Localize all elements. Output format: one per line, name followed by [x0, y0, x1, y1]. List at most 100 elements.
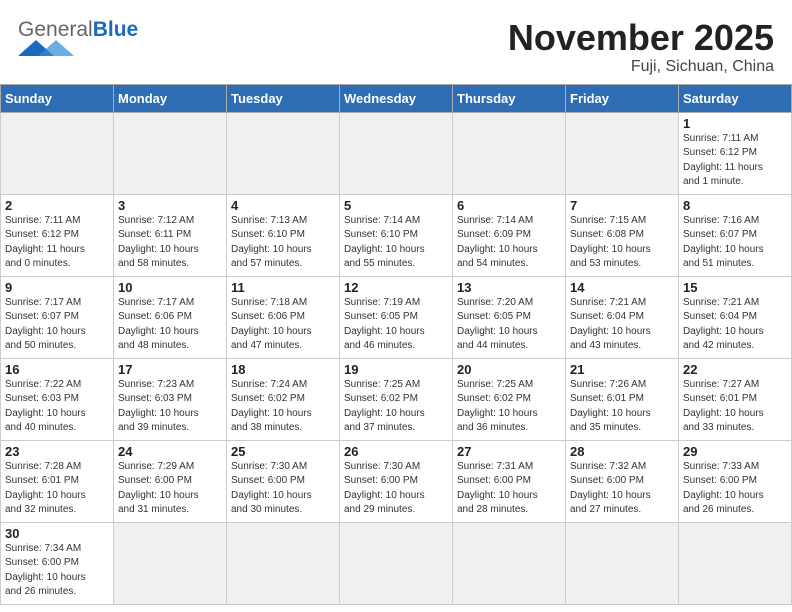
day-number: 3	[118, 198, 222, 213]
calendar-cell	[566, 112, 679, 194]
calendar-cell: 6Sunrise: 7:14 AM Sunset: 6:09 PM Daylig…	[453, 194, 566, 276]
day-number: 12	[344, 280, 448, 295]
day-number: 9	[5, 280, 109, 295]
day-number: 8	[683, 198, 787, 213]
day-info: Sunrise: 7:14 AM Sunset: 6:10 PM Dayligh…	[344, 214, 448, 272]
calendar-cell	[340, 522, 453, 604]
calendar-week-row: 1Sunrise: 7:11 AM Sunset: 6:12 PM Daylig…	[1, 112, 792, 194]
calendar-cell: 28Sunrise: 7:32 AM Sunset: 6:00 PM Dayli…	[566, 440, 679, 522]
calendar-cell: 5Sunrise: 7:14 AM Sunset: 6:10 PM Daylig…	[340, 194, 453, 276]
day-info: Sunrise: 7:19 AM Sunset: 6:05 PM Dayligh…	[344, 296, 448, 354]
header-tuesday: Tuesday	[227, 84, 340, 112]
day-info: Sunrise: 7:31 AM Sunset: 6:00 PM Dayligh…	[457, 460, 561, 518]
day-info: Sunrise: 7:22 AM Sunset: 6:03 PM Dayligh…	[5, 378, 109, 436]
title-area: November 2025 Fuji, Sichuan, China	[508, 18, 774, 76]
calendar-cell: 2Sunrise: 7:11 AM Sunset: 6:12 PM Daylig…	[1, 194, 114, 276]
calendar-cell: 30Sunrise: 7:34 AM Sunset: 6:00 PM Dayli…	[1, 522, 114, 604]
day-info: Sunrise: 7:18 AM Sunset: 6:06 PM Dayligh…	[231, 296, 335, 354]
calendar-cell	[566, 522, 679, 604]
calendar-week-row: 23Sunrise: 7:28 AM Sunset: 6:01 PM Dayli…	[1, 440, 792, 522]
day-info: Sunrise: 7:34 AM Sunset: 6:00 PM Dayligh…	[5, 542, 109, 600]
calendar-cell: 4Sunrise: 7:13 AM Sunset: 6:10 PM Daylig…	[227, 194, 340, 276]
day-info: Sunrise: 7:28 AM Sunset: 6:01 PM Dayligh…	[5, 460, 109, 518]
header: GeneralBlue November 2025 Fuji, Sichuan,…	[0, 0, 792, 84]
day-number: 15	[683, 280, 787, 295]
header-thursday: Thursday	[453, 84, 566, 112]
calendar-cell	[453, 522, 566, 604]
calendar-cell: 10Sunrise: 7:17 AM Sunset: 6:06 PM Dayli…	[114, 276, 227, 358]
day-info: Sunrise: 7:25 AM Sunset: 6:02 PM Dayligh…	[344, 378, 448, 436]
day-info: Sunrise: 7:23 AM Sunset: 6:03 PM Dayligh…	[118, 378, 222, 436]
calendar-week-row: 30Sunrise: 7:34 AM Sunset: 6:00 PM Dayli…	[1, 522, 792, 604]
calendar-cell: 27Sunrise: 7:31 AM Sunset: 6:00 PM Dayli…	[453, 440, 566, 522]
header-friday: Friday	[566, 84, 679, 112]
calendar-cell: 26Sunrise: 7:30 AM Sunset: 6:00 PM Dayli…	[340, 440, 453, 522]
calendar-cell: 16Sunrise: 7:22 AM Sunset: 6:03 PM Dayli…	[1, 358, 114, 440]
calendar-cell: 1Sunrise: 7:11 AM Sunset: 6:12 PM Daylig…	[679, 112, 792, 194]
calendar-cell	[227, 522, 340, 604]
day-info: Sunrise: 7:17 AM Sunset: 6:07 PM Dayligh…	[5, 296, 109, 354]
day-number: 24	[118, 444, 222, 459]
day-info: Sunrise: 7:26 AM Sunset: 6:01 PM Dayligh…	[570, 378, 674, 436]
weekday-header-row: Sunday Monday Tuesday Wednesday Thursday…	[1, 84, 792, 112]
header-sunday: Sunday	[1, 84, 114, 112]
calendar-cell: 17Sunrise: 7:23 AM Sunset: 6:03 PM Dayli…	[114, 358, 227, 440]
day-number: 23	[5, 444, 109, 459]
header-wednesday: Wednesday	[340, 84, 453, 112]
calendar-cell	[114, 112, 227, 194]
day-number: 1	[683, 116, 787, 131]
day-info: Sunrise: 7:30 AM Sunset: 6:00 PM Dayligh…	[344, 460, 448, 518]
calendar-cell: 7Sunrise: 7:15 AM Sunset: 6:08 PM Daylig…	[566, 194, 679, 276]
logo-general: General	[18, 18, 93, 41]
calendar-cell: 3Sunrise: 7:12 AM Sunset: 6:11 PM Daylig…	[114, 194, 227, 276]
day-number: 11	[231, 280, 335, 295]
day-info: Sunrise: 7:12 AM Sunset: 6:11 PM Dayligh…	[118, 214, 222, 272]
page: GeneralBlue November 2025 Fuji, Sichuan,…	[0, 0, 792, 605]
calendar-cell	[679, 522, 792, 604]
logo-blue: Blue	[93, 18, 139, 41]
header-saturday: Saturday	[679, 84, 792, 112]
calendar-cell: 24Sunrise: 7:29 AM Sunset: 6:00 PM Dayli…	[114, 440, 227, 522]
calendar-cell: 21Sunrise: 7:26 AM Sunset: 6:01 PM Dayli…	[566, 358, 679, 440]
calendar-cell: 12Sunrise: 7:19 AM Sunset: 6:05 PM Dayli…	[340, 276, 453, 358]
day-info: Sunrise: 7:30 AM Sunset: 6:00 PM Dayligh…	[231, 460, 335, 518]
calendar-week-row: 2Sunrise: 7:11 AM Sunset: 6:12 PM Daylig…	[1, 194, 792, 276]
day-number: 18	[231, 362, 335, 377]
day-info: Sunrise: 7:16 AM Sunset: 6:07 PM Dayligh…	[683, 214, 787, 272]
day-number: 21	[570, 362, 674, 377]
day-info: Sunrise: 7:14 AM Sunset: 6:09 PM Dayligh…	[457, 214, 561, 272]
calendar-cell: 13Sunrise: 7:20 AM Sunset: 6:05 PM Dayli…	[453, 276, 566, 358]
day-number: 27	[457, 444, 561, 459]
header-monday: Monday	[114, 84, 227, 112]
day-info: Sunrise: 7:29 AM Sunset: 6:00 PM Dayligh…	[118, 460, 222, 518]
calendar-cell: 11Sunrise: 7:18 AM Sunset: 6:06 PM Dayli…	[227, 276, 340, 358]
day-info: Sunrise: 7:24 AM Sunset: 6:02 PM Dayligh…	[231, 378, 335, 436]
day-number: 30	[5, 526, 109, 541]
day-info: Sunrise: 7:13 AM Sunset: 6:10 PM Dayligh…	[231, 214, 335, 272]
day-info: Sunrise: 7:15 AM Sunset: 6:08 PM Dayligh…	[570, 214, 674, 272]
calendar-cell	[1, 112, 114, 194]
calendar-cell	[114, 522, 227, 604]
calendar-cell: 23Sunrise: 7:28 AM Sunset: 6:01 PM Dayli…	[1, 440, 114, 522]
calendar-cell	[453, 112, 566, 194]
day-number: 29	[683, 444, 787, 459]
calendar-cell	[227, 112, 340, 194]
day-number: 22	[683, 362, 787, 377]
day-info: Sunrise: 7:21 AM Sunset: 6:04 PM Dayligh…	[683, 296, 787, 354]
day-number: 2	[5, 198, 109, 213]
day-number: 13	[457, 280, 561, 295]
calendar-cell: 20Sunrise: 7:25 AM Sunset: 6:02 PM Dayli…	[453, 358, 566, 440]
day-number: 19	[344, 362, 448, 377]
day-number: 6	[457, 198, 561, 213]
calendar-cell: 14Sunrise: 7:21 AM Sunset: 6:04 PM Dayli…	[566, 276, 679, 358]
day-info: Sunrise: 7:11 AM Sunset: 6:12 PM Dayligh…	[683, 132, 787, 190]
month-title: November 2025	[508, 18, 774, 58]
day-info: Sunrise: 7:25 AM Sunset: 6:02 PM Dayligh…	[457, 378, 561, 436]
calendar-cell: 8Sunrise: 7:16 AM Sunset: 6:07 PM Daylig…	[679, 194, 792, 276]
day-info: Sunrise: 7:33 AM Sunset: 6:00 PM Dayligh…	[683, 460, 787, 518]
day-info: Sunrise: 7:27 AM Sunset: 6:01 PM Dayligh…	[683, 378, 787, 436]
day-number: 4	[231, 198, 335, 213]
day-number: 7	[570, 198, 674, 213]
location: Fuji, Sichuan, China	[508, 58, 774, 76]
day-number: 25	[231, 444, 335, 459]
